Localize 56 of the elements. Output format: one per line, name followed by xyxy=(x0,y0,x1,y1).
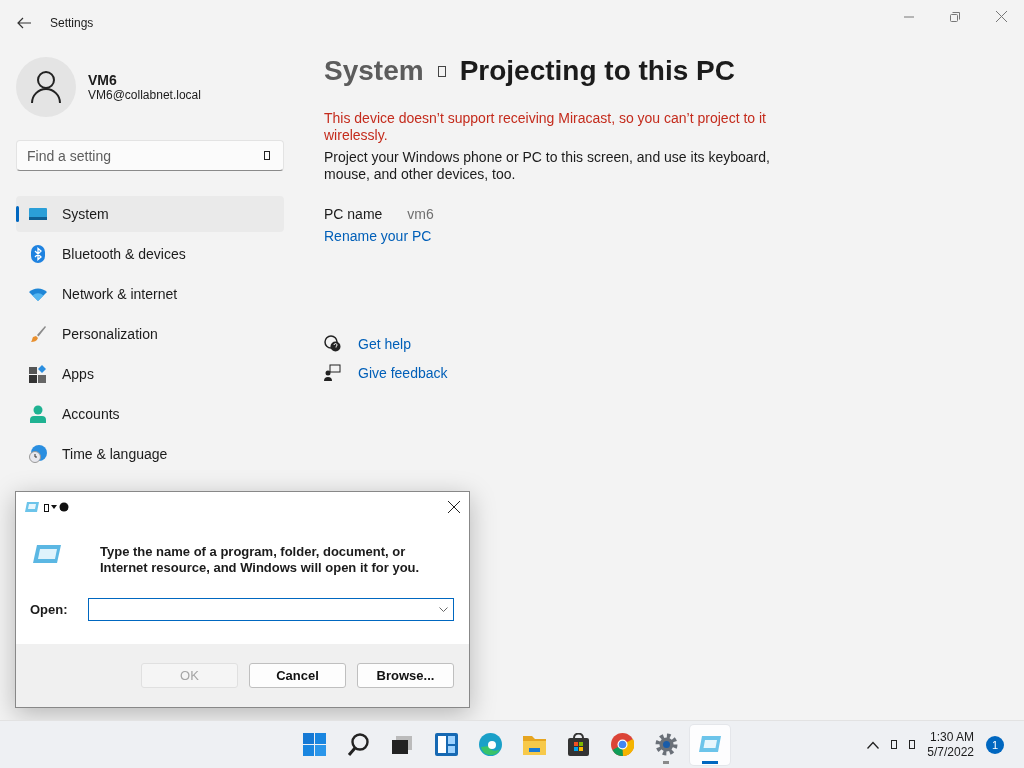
page-title: Projecting to this PC xyxy=(459,55,735,87)
help-link[interactable]: Get help xyxy=(358,335,411,352)
dialog-button[interactable]: Browse... xyxy=(357,663,454,688)
monitor-icon xyxy=(29,207,47,221)
search-icon xyxy=(264,151,270,160)
person-icon xyxy=(30,405,46,423)
widgets-icon xyxy=(434,733,458,756)
wifi-icon xyxy=(29,287,47,301)
windows-logo-icon xyxy=(302,733,326,756)
open-label: Open: xyxy=(30,602,68,617)
open-combo-field[interactable] xyxy=(87,598,454,621)
window-title: Settings xyxy=(50,15,94,30)
description-text: Project your Windows phone or PC to this screen, and use its keyboard, mouse, and other devices, too. xyxy=(324,149,771,183)
separator-icon xyxy=(437,65,446,77)
bluetooth-icon xyxy=(31,245,45,263)
pc-name-label: PC name xyxy=(324,206,383,222)
rename-link[interactable]: Rename your PC xyxy=(324,228,432,244)
edge-browser-icon xyxy=(478,733,502,756)
clock[interactable]: 1:30 AM 5/7/2022 xyxy=(927,729,974,760)
search-field[interactable]: Find a setting xyxy=(16,140,284,171)
nav-item[interactable]: Apps xyxy=(16,356,284,392)
gear-icon xyxy=(655,733,677,756)
restore-icon[interactable] xyxy=(950,11,960,22)
notification-badge[interactable]: 1 xyxy=(986,735,1004,754)
task-view-icon xyxy=(391,736,412,754)
pc-name-value: vm6 xyxy=(407,206,434,222)
feedback-icon xyxy=(324,364,341,381)
nav-item[interactable]: Time & language xyxy=(16,436,284,472)
user-name: VM6 xyxy=(88,72,118,88)
nav-item[interactable]: Accounts xyxy=(16,396,284,432)
nav-item[interactable]: System xyxy=(16,196,284,232)
dialog-button[interactable]: Cancel xyxy=(249,663,346,688)
chevron-up-icon[interactable] xyxy=(867,740,880,749)
search-icon xyxy=(347,733,369,756)
volume-tray-icon[interactable] xyxy=(909,740,916,749)
nav-item[interactable]: Bluetooth & devices xyxy=(16,236,284,272)
error-message: This device doesn’t support receiving Miracast, so you can’t project to it wirelessly. xyxy=(324,110,767,144)
store-bag-icon xyxy=(567,733,589,756)
globe-clock-icon xyxy=(29,445,47,463)
folder-icon xyxy=(522,736,546,755)
brush-icon xyxy=(29,325,47,343)
chevron-down-icon[interactable] xyxy=(438,607,448,613)
breadcrumb-link[interactable]: System xyxy=(324,55,424,87)
run-window-icon xyxy=(698,736,721,752)
chrome-browser-icon xyxy=(610,733,634,756)
apps-icon xyxy=(29,365,47,383)
run-window-icon xyxy=(32,544,62,564)
help-link[interactable]: Give feedback xyxy=(358,364,448,381)
user-email: VM6@collabnet.local xyxy=(88,88,201,102)
nav-item[interactable]: Personalization xyxy=(16,316,284,352)
run-window-icon xyxy=(25,502,39,512)
instruction-text: Type the name of a program, folder, document, or Internet resource, and Windows will open it for you. xyxy=(100,544,421,577)
close-icon[interactable] xyxy=(995,11,1007,22)
nav-item[interactable]: Network & internet xyxy=(16,276,284,312)
network-tray-icon[interactable] xyxy=(891,740,898,749)
help-icon xyxy=(324,335,341,352)
